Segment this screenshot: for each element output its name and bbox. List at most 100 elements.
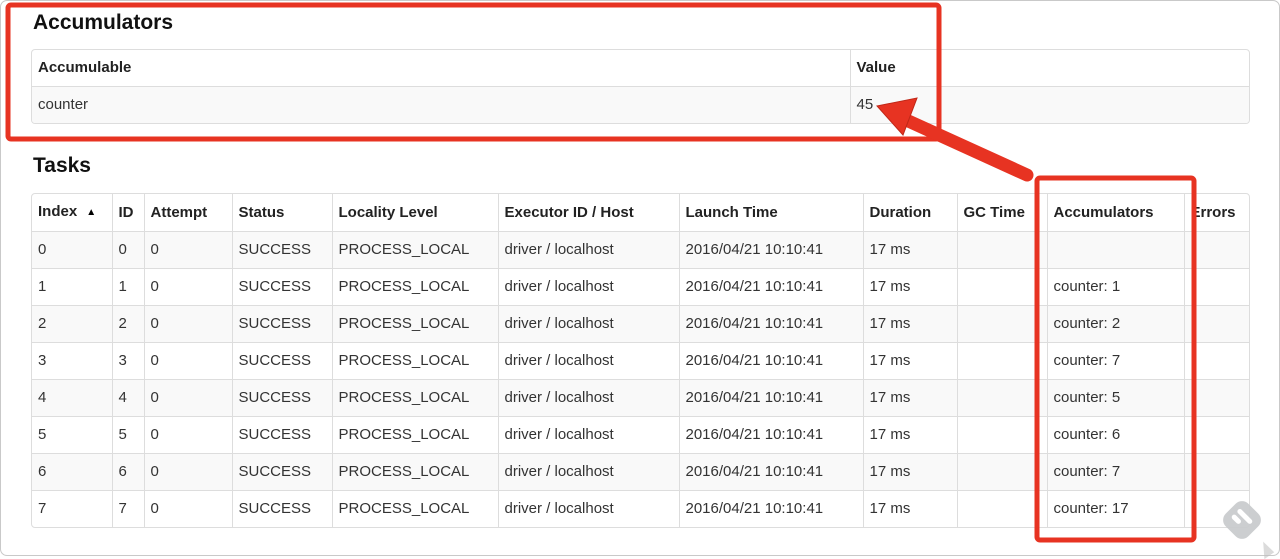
table-cell: 1 [32, 268, 112, 306]
table-cell: SUCCESS [231, 231, 332, 269]
column-header-value[interactable]: Value [849, 50, 1249, 87]
table-cell: 3 [111, 342, 144, 380]
table-cell [1183, 305, 1249, 343]
table-cell: 4 [111, 379, 144, 417]
table-cell [956, 305, 1047, 343]
table-cell: 3 [32, 342, 112, 380]
table-cell [956, 268, 1047, 306]
table-cell: 0 [32, 231, 112, 269]
table-cell: 7 [32, 490, 112, 528]
table-row: 5 5 0 SUCCESS PROCESS_LOCAL driver / localhos… [32, 416, 1249, 454]
sort-ascending-icon: ▲ [86, 207, 97, 219]
table-cell: counter: 17 [1046, 490, 1184, 528]
column-header-label: Index [38, 203, 78, 221]
column-header-executor-id-host[interactable]: Executor ID / Host [497, 194, 679, 232]
table-row: 1 1 0 SUCCESS PROCESS_LOCAL driver / localhos… [32, 268, 1249, 306]
table-row: 0 0 0 SUCCESS PROCESS_LOCAL driver / localhos… [32, 231, 1249, 269]
tasks-section-title: Tasks [33, 154, 91, 178]
tasks-section: Tasks Index ▲ ID Attempt Status Locality Leve… [31, 154, 1250, 529]
column-header-accumulators[interactable]: Accumulators [1046, 194, 1184, 232]
table-cell [1183, 416, 1249, 454]
table-cell: driver / localhost [497, 379, 679, 417]
table-cell: 0 [143, 490, 232, 528]
table-cell: 17 ms [862, 342, 957, 380]
table-cell: SUCCESS [231, 416, 332, 454]
table-row: 6 6 0 SUCCESS PROCESS_LOCAL driver / localhos… [32, 453, 1249, 491]
accumulators-table-wrap: Accumulable Value counter 45 [31, 49, 1250, 125]
table-cell: 17 ms [862, 231, 957, 269]
table-cell: 0 [143, 416, 232, 454]
column-header-id[interactable]: ID [111, 194, 144, 232]
table-cell: 5 [32, 416, 112, 454]
table-cell: 17 ms [862, 490, 957, 528]
table-cell: 17 ms [862, 416, 957, 454]
column-header-errors[interactable]: Errors [1183, 194, 1249, 232]
table-cell: PROCESS_LOCAL [331, 268, 498, 306]
column-header-gc-time[interactable]: GC Time [956, 194, 1047, 232]
accumulators-table: Accumulable Value counter 45 [32, 50, 1249, 124]
table-cell: 0 [143, 268, 232, 306]
column-header-attempt[interactable]: Attempt [143, 194, 232, 232]
column-header-status[interactable]: Status [231, 194, 332, 232]
table-row: 4 4 0 SUCCESS PROCESS_LOCAL driver / localhos… [32, 379, 1249, 417]
table-cell: driver / localhost [497, 268, 679, 306]
cursor-artifact [1255, 539, 1275, 559]
table-cell: counter: 1 [1046, 268, 1184, 306]
table-cell: 2016/04/21 10:10:41 [678, 379, 863, 417]
table-cell: driver / localhost [497, 490, 679, 528]
column-header-locality-level[interactable]: Locality Level [331, 194, 498, 232]
table-cell: 45 [849, 86, 1249, 124]
table-cell: driver / localhost [497, 231, 679, 269]
column-header-label: Locality Level [338, 203, 438, 221]
table-row: counter 45 [32, 86, 1249, 124]
table-cell: 0 [143, 305, 232, 343]
table-cell: PROCESS_LOCAL [331, 305, 498, 343]
table-cell: SUCCESS [231, 453, 332, 491]
column-header-launch-time[interactable]: Launch Time [678, 194, 863, 232]
column-header-index[interactable]: Index ▲ [32, 194, 112, 232]
table-cell: 2016/04/21 10:10:41 [678, 490, 863, 528]
table-cell: 0 [143, 342, 232, 380]
table-cell: PROCESS_LOCAL [331, 342, 498, 380]
header-row: Accumulable Value [32, 50, 1249, 87]
column-header-duration[interactable]: Duration [862, 194, 957, 232]
table-cell [956, 342, 1047, 380]
table-cell: 2016/04/21 10:10:41 [678, 342, 863, 380]
table-cell: driver / localhost [497, 342, 679, 380]
table-row: 2 2 0 SUCCESS PROCESS_LOCAL driver / localhos… [32, 305, 1249, 343]
table-cell: counter: 6 [1046, 416, 1184, 454]
table-cell: 17 ms [862, 379, 957, 417]
table-cell [1183, 453, 1249, 491]
accumulators-section: Accumulators Accumulable Value counter 45 [31, 11, 1250, 125]
table-cell: SUCCESS [231, 342, 332, 380]
table-cell: PROCESS_LOCAL [331, 453, 498, 491]
table-cell: 2 [32, 305, 112, 343]
column-header-accumulable[interactable]: Accumulable [32, 50, 850, 87]
column-header-label: Attempt [150, 203, 208, 221]
table-cell [1183, 379, 1249, 417]
table-cell: PROCESS_LOCAL [331, 490, 498, 528]
column-header-label: GC Time [963, 203, 1025, 221]
table-cell [956, 231, 1047, 269]
tasks-table-wrap: Index ▲ ID Attempt Status Locality Level Execu… [31, 193, 1250, 529]
table-cell: driver / localhost [497, 453, 679, 491]
table-cell [956, 490, 1047, 528]
column-header-label: Accumulable [38, 59, 132, 77]
table-cell [956, 416, 1047, 454]
page-content: Accumulators Accumulable Value counter 45 T… [1, 11, 1279, 529]
table-cell: 2016/04/21 10:10:41 [678, 305, 863, 343]
column-header-label: Executor ID / Host [504, 203, 634, 221]
table-cell: SUCCESS [231, 379, 332, 417]
table-cell: 6 [32, 453, 112, 491]
table-cell: PROCESS_LOCAL [331, 231, 498, 269]
table-cell: PROCESS_LOCAL [331, 379, 498, 417]
table-cell: 0 [143, 453, 232, 491]
table-cell: 2 [111, 305, 144, 343]
column-header-label: Status [238, 203, 285, 221]
table-cell: driver / localhost [497, 305, 679, 343]
table-cell: 0 [143, 231, 232, 269]
table-cell: 5 [111, 416, 144, 454]
table-cell: counter: 5 [1046, 379, 1184, 417]
table-cell: PROCESS_LOCAL [331, 416, 498, 454]
table-cell: 4 [32, 379, 112, 417]
